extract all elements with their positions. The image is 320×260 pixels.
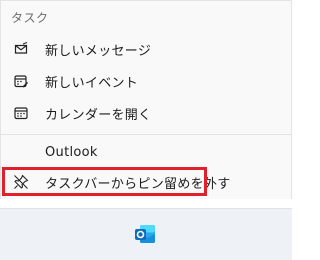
taskbar xyxy=(0,208,292,260)
menu-item-unpin-from-taskbar[interactable]: タスクバーからピン留めを外す xyxy=(1,167,291,197)
menu-item-open-app[interactable]: Outlook xyxy=(1,137,291,167)
menu-item-label: 新しいイベント xyxy=(45,75,139,91)
calendar-icon xyxy=(13,105,29,121)
menu-gap xyxy=(0,199,292,208)
unpin-icon xyxy=(13,174,29,190)
taskbar-outlook-button[interactable] xyxy=(130,221,160,251)
menu-item-label: 新しいメッセージ xyxy=(45,43,152,59)
section-header-tasks: タスク xyxy=(11,11,49,25)
menu-divider xyxy=(1,134,291,135)
calendar-add-icon xyxy=(13,73,29,89)
outlook-icon xyxy=(133,222,157,250)
menu-item-label: カレンダーを開く xyxy=(45,107,152,123)
menu-item-open-calendar[interactable]: カレンダーを開く xyxy=(1,98,291,128)
jump-list-menu: タスク 新しいメッセージ 新しいイベント カレンダーを開く Outlook タス… xyxy=(0,0,292,200)
menu-item-new-message[interactable]: 新しいメッセージ xyxy=(1,34,291,64)
app-name-label: Outlook xyxy=(45,144,98,160)
envelope-icon xyxy=(13,41,29,57)
menu-item-label: タスクバーからピン留めを外す xyxy=(45,176,231,192)
menu-item-new-event[interactable]: 新しいイベント xyxy=(1,66,291,96)
